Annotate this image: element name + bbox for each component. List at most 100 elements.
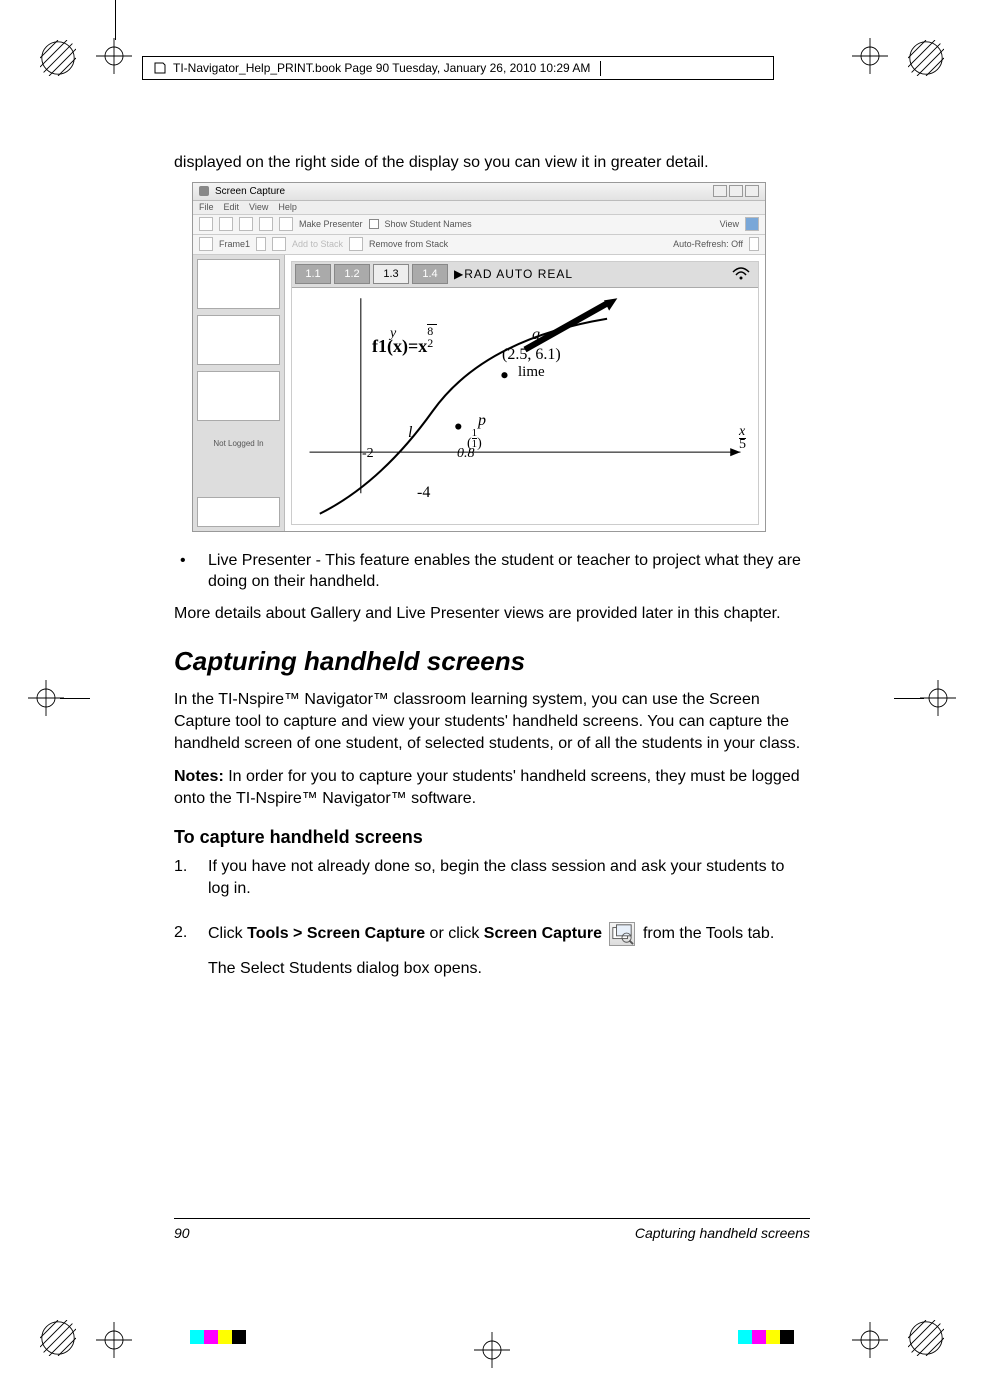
menu-edit[interactable]: Edit <box>224 202 240 212</box>
registration-hatched-tr-icon <box>908 40 944 76</box>
screen-capture-icon <box>609 922 635 946</box>
screenshot-figure: Screen Capture File Edit View Help M <box>192 182 766 532</box>
thumbnail-footer <box>197 497 280 527</box>
registration-crosshair-ml-icon <box>28 680 64 716</box>
registration-crosshair-tr-icon <box>852 38 888 74</box>
calc-graph-area: f1(x)=x 8 2 y q (2.5, 6.1) lime p <box>292 288 758 524</box>
minimize-button[interactable] <box>713 185 727 197</box>
val08-label: 0.8 <box>457 446 475 462</box>
neg2-label: -2 <box>362 446 374 462</box>
step2-pre: Click <box>208 925 247 942</box>
step2-btn: Screen Capture <box>484 925 602 942</box>
after-bullets-para: More details about Gallery and Live Pres… <box>174 603 810 625</box>
step-2: Click Tools > Screen Capture or click Sc… <box>174 922 810 980</box>
crop-line-icon <box>115 0 116 40</box>
section-para-1: In the TI-Nspire™ Navigator™ classroom l… <box>174 689 810 754</box>
calc-tab-bar: 1.1 1.2 1.3 1.4 ▶RAD AUTO REAL <box>292 262 758 288</box>
book-icon <box>153 61 167 75</box>
func-label: f1(x)=x <box>372 336 427 356</box>
frame-dropdown[interactable] <box>256 237 266 251</box>
main-viewer: 1.1 1.2 1.3 1.4 ▶RAD AUTO REAL <box>285 255 765 531</box>
menu-file[interactable]: File <box>199 202 214 212</box>
crop-line-icon <box>894 698 924 699</box>
thumbnail-3[interactable] <box>197 371 280 421</box>
notes-paragraph: Notes: In order for you to capture your … <box>174 766 810 809</box>
registration-hatched-bl-icon <box>40 1320 76 1356</box>
bullet-live-presenter: Live Presenter - This feature enables th… <box>174 550 810 593</box>
auto-refresh-label: Auto-Refresh: Off <box>673 239 743 249</box>
registration-crosshair-bm-icon <box>474 1332 510 1368</box>
toolbar-1: Make Presenter Show Student Names View <box>193 215 765 235</box>
calc-tab-3[interactable]: 1.3 <box>373 264 409 284</box>
window-titlebar: Screen Capture <box>193 183 765 201</box>
color-bar-right-icon <box>738 1330 794 1344</box>
thumbnail-1[interactable] <box>197 259 280 309</box>
remove-stack-label[interactable]: Remove from Stack <box>369 239 448 249</box>
view-dropdown[interactable] <box>745 217 759 231</box>
step-1-text: If you have not already done so, begin t… <box>208 856 810 899</box>
thumbnail-2[interactable] <box>197 315 280 365</box>
registration-hatched-br-icon <box>908 1320 944 1356</box>
presenter-icon[interactable] <box>279 217 293 231</box>
registration-crosshair-br-icon <box>852 1322 888 1358</box>
step2-menu: Tools > Screen Capture <box>247 925 425 942</box>
app-icon <box>199 186 209 196</box>
calculator-screen: 1.1 1.2 1.3 1.4 ▶RAD AUTO REAL <box>291 261 759 525</box>
content-area: displayed on the right side of the displ… <box>174 152 810 1001</box>
l-label: l <box>408 424 412 442</box>
menu-help[interactable]: Help <box>278 202 297 212</box>
show-names-checkbox[interactable] <box>369 219 379 229</box>
subsection-title: To capture handheld screens <box>174 827 810 848</box>
toolbar-2: Frame1 Add to Stack Remove from Stack Au… <box>193 235 765 255</box>
footer-chapter: Capturing handheld screens <box>635 1225 810 1241</box>
neg4-label: -4 <box>417 484 430 502</box>
step2-post: from the Tools tab. <box>643 925 774 942</box>
separator-icon <box>600 61 601 76</box>
remove-stack-icon[interactable] <box>349 237 363 251</box>
lime-label: lime <box>518 364 545 381</box>
zoom-in-icon[interactable] <box>239 217 253 231</box>
wifi-icon <box>732 266 750 283</box>
zoom-out-icon[interactable] <box>259 217 273 231</box>
add-stack-label: Add to Stack <box>292 239 343 249</box>
color-bar-left-icon <box>190 1330 246 1344</box>
close-button[interactable] <box>745 185 759 197</box>
frame-label: Frame1 <box>219 239 250 249</box>
point-coords: (2.5, 6.1) <box>502 346 561 364</box>
step-2-text: Click Tools > Screen Capture or click Sc… <box>208 922 810 946</box>
section-title: Capturing handheld screens <box>174 646 810 677</box>
frac5-label: 5 <box>739 439 746 451</box>
running-head-text: TI-Navigator_Help_PRINT.book Page 90 Tue… <box>173 61 590 75</box>
maximize-button[interactable] <box>729 185 743 197</box>
make-presenter-label[interactable]: Make Presenter <box>299 219 363 229</box>
registration-crosshair-mr-icon <box>920 680 956 716</box>
refresh-icon[interactable] <box>219 217 233 231</box>
menu-bar: File Edit View Help <box>193 201 765 215</box>
calc-tab-1[interactable]: 1.1 <box>295 264 331 284</box>
notes-text: In order for you to capture your student… <box>174 768 800 807</box>
registration-crosshair-bl-icon <box>96 1322 132 1358</box>
show-names-label: Show Student Names <box>385 219 472 229</box>
exp-denominator: 2 <box>427 336 433 351</box>
menu-view[interactable]: View <box>249 202 268 212</box>
add-stack-icon[interactable] <box>272 237 286 251</box>
not-logged-in-label: Not Logged In <box>197 439 280 448</box>
calc-status: ▶RAD AUTO REAL <box>454 267 573 281</box>
calc-tab-4[interactable]: 1.4 <box>412 264 448 284</box>
notes-label: Notes: <box>174 768 224 785</box>
step2-mid: or click <box>425 925 484 942</box>
step-1: If you have not already done so, begin t… <box>174 856 810 899</box>
crop-line-icon <box>60 698 90 699</box>
window-title: Screen Capture <box>215 186 285 197</box>
registration-hatched-tl-icon <box>40 40 76 76</box>
auto-refresh-dropdown[interactable] <box>749 237 759 251</box>
frame-icon[interactable] <box>199 237 213 251</box>
q-label: q <box>532 326 540 344</box>
registration-crosshair-tl-icon <box>96 38 132 74</box>
calc-tab-2[interactable]: 1.2 <box>334 264 370 284</box>
y-label: y <box>390 326 396 342</box>
page-number: 90 <box>174 1225 190 1241</box>
thumbnail-panel: Not Logged In <box>193 255 285 531</box>
capture-icon[interactable] <box>199 217 213 231</box>
step-2-sub: The Select Students dialog box opens. <box>208 958 810 980</box>
